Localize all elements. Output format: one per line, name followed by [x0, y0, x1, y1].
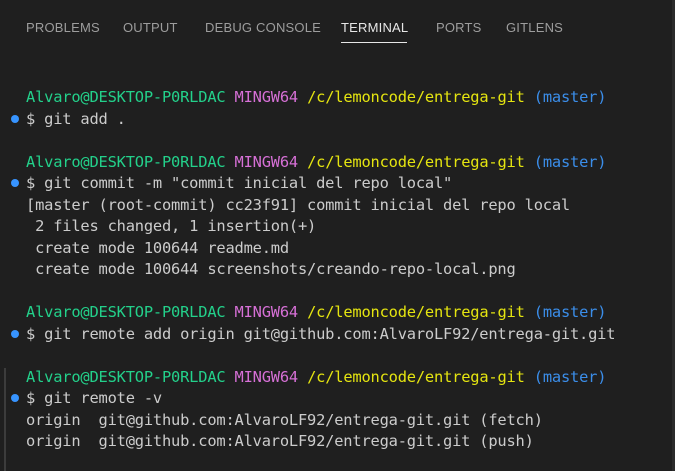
command-decoration-icon [11, 114, 19, 123]
prompt-shell: MINGW64 [234, 88, 299, 106]
prompt-path: /c/lemoncode/entrega-git [307, 152, 525, 171]
prompt-user: Alvaro@DESKTOP-P0RLDAC [26, 367, 226, 386]
prompt-path: /c/lemoncode/entrega-git [307, 303, 525, 321]
prompt-line: Alvaro@DESKTOP-P0RLDAC MINGW64 /c/lemonc… [26, 301, 606, 323]
prompt-shell: MINGW64 [234, 367, 299, 386]
prompt-path: /c/lemoncode/entrega-git [307, 88, 525, 106]
prompt-line: Alvaro@DESKTOP-P0RLDAC MINGW64 /c/lemonc… [26, 86, 606, 108]
command-line: $ git add . [26, 109, 126, 128]
prompt-user: Alvaro@DESKTOP-P0RLDAC [26, 88, 226, 106]
command-line: $ git commit -m "commit inicial del repo… [26, 174, 453, 192]
prompt-branch: (master) [533, 88, 607, 106]
output-line: origin git@github.com:AlvaroLF92/entrega… [26, 432, 534, 450]
command-line: $ git remote -v [26, 389, 162, 407]
prompt-user: Alvaro@DESKTOP-P0RLDAC [26, 303, 226, 321]
output-line: 2 files changed, 1 insertion(+) [26, 217, 317, 235]
prompt-shell: MINGW64 [234, 303, 299, 321]
prompt-shell: MINGW64 [234, 152, 299, 171]
terminal-output[interactable]: Alvaro@DESKTOP-P0RLDAC MINGW64 /c/lemonc… [0, 0, 672, 471]
command-decoration-icon [11, 329, 19, 338]
output-line: create mode 100644 readme.md [26, 238, 289, 257]
output-line: origin git@github.com:AlvaroLF92/entrega… [26, 410, 543, 429]
prompt-line: Alvaro@DESKTOP-P0RLDAC MINGW64 /c/lemonc… [26, 366, 606, 388]
prompt-branch: (master) [533, 152, 607, 171]
output-line: [master (root-commit) cc23f91] commit in… [26, 195, 570, 214]
command-line: $ git remote add origin git@github.com:A… [26, 324, 616, 343]
output-line: create mode 100644 screenshots/creando-r… [26, 260, 516, 278]
prompt-user: Alvaro@DESKTOP-P0RLDAC [26, 152, 226, 171]
prompt-branch: (master) [533, 303, 607, 321]
command-decoration-icon [11, 179, 19, 187]
prompt-branch: (master) [533, 367, 607, 386]
command-decoration-icon [11, 394, 19, 402]
prompt-path: /c/lemoncode/entrega-git [307, 367, 525, 386]
prompt-line: Alvaro@DESKTOP-P0RLDAC MINGW64 /c/lemonc… [26, 151, 606, 173]
